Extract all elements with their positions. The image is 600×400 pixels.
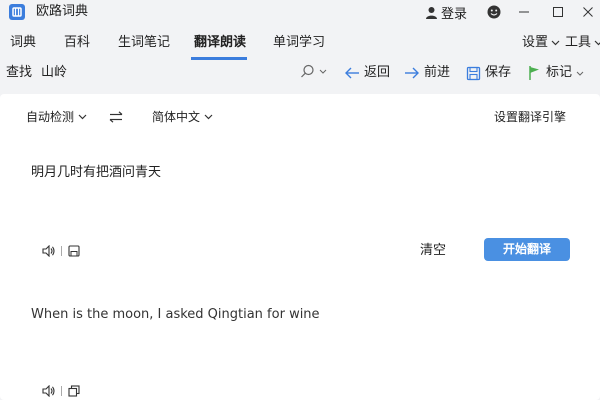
tab-vocab-notes[interactable]: 生词笔记 xyxy=(118,35,170,51)
tab-word-study[interactable]: 单词学习 xyxy=(273,35,325,51)
speaker-icon[interactable] xyxy=(42,245,55,257)
search-icon xyxy=(301,64,314,78)
source-text-area[interactable]: 明月几时有把酒问青天 xyxy=(31,164,161,182)
save-icon xyxy=(466,66,481,80)
save-icon[interactable] xyxy=(68,245,80,257)
chevron-down-icon xyxy=(78,114,87,120)
back-label: 返回 xyxy=(364,65,391,80)
flag-icon xyxy=(529,66,539,80)
chevron-down-icon xyxy=(594,40,600,46)
speaker-icon[interactable] xyxy=(42,385,55,397)
save-label: 保存 xyxy=(485,65,512,80)
target-language-select[interactable]: 简体中文 xyxy=(152,109,213,125)
translation-engine-settings-link[interactable]: 设置翻译引擎 xyxy=(494,109,566,125)
tab-translate-read[interactable]: 翻译朗读 xyxy=(194,35,246,51)
bookmark-label: 标记 xyxy=(546,65,573,80)
clear-button[interactable]: 清空 xyxy=(420,242,446,260)
back-button[interactable]: 返回 xyxy=(344,64,390,82)
tab-encyclopedia[interactable]: 百科 xyxy=(64,35,90,51)
source-language-label: 自动检测 xyxy=(26,110,75,124)
bookmark-button[interactable]: 标记 xyxy=(527,64,584,82)
chevron-down-icon xyxy=(319,69,327,74)
start-translate-button[interactable]: 开始翻译 xyxy=(484,238,570,261)
app-logo-icon xyxy=(9,4,25,20)
search-dropdown-button[interactable] xyxy=(300,64,327,79)
chevron-down-icon xyxy=(576,71,584,76)
chevron-down-icon xyxy=(204,114,213,120)
divider xyxy=(61,386,62,396)
tools-label: 工具 xyxy=(565,35,592,50)
result-tools xyxy=(42,385,80,397)
app-title: 欧路词典 xyxy=(36,4,89,19)
copy-icon[interactable] xyxy=(68,385,80,397)
settings-label: 设置 xyxy=(522,35,549,50)
forward-label: 前进 xyxy=(424,65,451,80)
translate-panel: 自动检测 简体中文 设置翻译引擎 明月几时有把酒问青天 清空 开始翻译 When… xyxy=(0,94,600,400)
save-button[interactable]: 保存 xyxy=(466,64,511,82)
minimize-icon[interactable] xyxy=(516,4,532,20)
source-language-select[interactable]: 自动检测 xyxy=(26,109,87,125)
source-tools xyxy=(42,245,80,257)
user-icon xyxy=(426,6,437,19)
active-tab-indicator xyxy=(191,57,247,60)
main-tabs: 词典 百科 生词笔记 翻译朗读 单词学习 设置 工具 xyxy=(0,30,600,60)
settings-menu[interactable]: 设置 xyxy=(522,35,560,51)
close-icon[interactable] xyxy=(580,4,596,20)
arrow-left-icon xyxy=(345,67,359,79)
arrow-right-icon xyxy=(405,67,419,79)
chevron-down-icon xyxy=(551,40,560,46)
feedback-smiley-icon[interactable] xyxy=(486,4,502,20)
search-label: 查找 xyxy=(6,65,33,80)
title-bar: 欧路词典 登录 xyxy=(0,0,600,24)
search-input[interactable]: 山岭 xyxy=(41,65,67,81)
forward-button[interactable]: 前进 xyxy=(404,64,450,82)
translation-result: When is the moon, I asked Qingtian for w… xyxy=(31,307,320,322)
target-language-label: 简体中文 xyxy=(152,110,201,124)
login-button[interactable]: 登录 xyxy=(425,4,468,22)
tab-dictionary[interactable]: 词典 xyxy=(10,35,36,51)
login-label: 登录 xyxy=(441,6,468,22)
toolbar: 查找 山岭 返回 前进 保存 标记 xyxy=(0,62,600,84)
maximize-icon[interactable] xyxy=(550,4,566,20)
swap-languages-icon[interactable] xyxy=(109,111,123,123)
tools-menu[interactable]: 工具 xyxy=(565,35,600,51)
divider xyxy=(61,246,62,256)
